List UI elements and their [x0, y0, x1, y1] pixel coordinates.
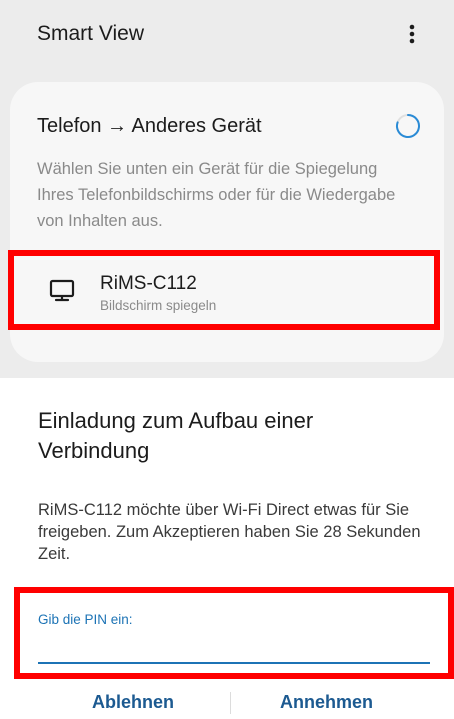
section-title: Telefon → Anderes Gerät [37, 115, 262, 137]
connection-invitation-dialog: Einladung zum Aufbau einer Verbindung Ri… [0, 392, 454, 719]
more-vertical-icon[interactable] [400, 18, 424, 50]
button-divider [230, 692, 231, 714]
accept-button[interactable]: Annehmen [280, 692, 373, 713]
loading-spinner-icon [394, 112, 422, 140]
decline-button[interactable]: Ablehnen [92, 692, 174, 713]
screenshot-separator [0, 378, 454, 392]
device-highlight-box [8, 250, 440, 330]
section-description: Wählen Sie unten ein Gerät für die Spieg… [37, 160, 396, 230]
smart-view-screen: Smart View Telefon → Anderes Gerät Wähle… [0, 0, 454, 378]
pin-highlight-box [14, 587, 454, 679]
dialog-message: RiMS-C112 möchte über Wi-Fi Direct etwas… [38, 501, 421, 563]
app-title: Smart View [37, 22, 144, 45]
dialog-title: Einladung zum Aufbau einer Verbindung [38, 408, 314, 463]
app-bar: Smart View [0, 0, 454, 80]
